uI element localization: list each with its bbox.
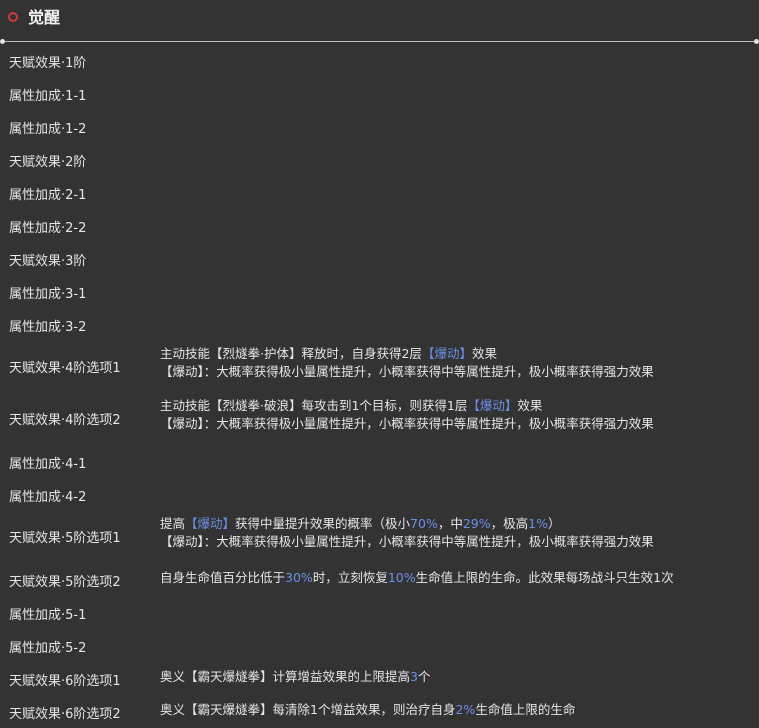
table-row: 天赋效果·4阶选项1 主动技能【烈燧拳·护体】释放时，自身获得2层【爆动】效果 【爆… bbox=[0, 341, 759, 393]
row-label: 属性加成·1-1 bbox=[9, 89, 87, 104]
row-description: 主动技能【烈燧拳·护体】释放时，自身获得2层【爆动】效果 【爆动】：大概率获得极小… bbox=[160, 345, 654, 381]
table-row: 天赋效果·3阶 bbox=[0, 242, 759, 275]
description-text: 自身生命值百分比低于 bbox=[160, 570, 286, 585]
table-row: 天赋效果·6阶选项1 奥义【霸天爆燧拳】计算增益效果的上限提高3个 bbox=[0, 662, 759, 695]
row-description: 自身生命值百分比低于30%时，立刻恢复10%生命值上限的生命。此效果每场战斗只生… bbox=[160, 569, 674, 587]
highlight-text: 10% bbox=[387, 570, 416, 585]
description-text: 个 bbox=[417, 669, 431, 684]
description-line: 【爆动】：大概率获得极小量属性提升，小概率获得中等属性提升，极小概率获得强力效果 bbox=[160, 363, 654, 381]
row-label: 天赋效果·4阶选项2 bbox=[9, 413, 121, 428]
highlight-text: 30% bbox=[285, 570, 313, 585]
row-label: 属性加成·4-1 bbox=[9, 457, 87, 472]
row-description: 奥义【霸天爆燧拳】计算增益效果的上限提高3个 bbox=[160, 668, 430, 686]
table-row: 天赋效果·4阶选项2 主动技能【烈燧拳·破浪】每攻击到1个目标，则获得1层【爆动】… bbox=[0, 393, 759, 445]
row-label: 天赋效果·2阶 bbox=[9, 155, 87, 170]
row-label: 属性加成·5-1 bbox=[9, 608, 87, 623]
description-line: 奥义【霸天爆燧拳】每清除1个增益效果，则治疗自身2%生命值上限的生命 bbox=[160, 701, 575, 719]
row-label: 属性加成·1-2 bbox=[9, 122, 87, 137]
table-row: 天赋效果·5阶选项2 自身生命值百分比低于30%时，立刻恢复10%生命值上限的生命… bbox=[0, 563, 759, 596]
description-line: 自身生命值百分比低于30%时，立刻恢复10%生命值上限的生命。此效果每场战斗只生… bbox=[160, 569, 674, 587]
table-row: 属性加成·1-1 bbox=[0, 77, 759, 110]
row-description: 提高【爆动】获得中量提升效果的概率（极小70%，中29%，极高1%） 【爆动】：大… bbox=[160, 515, 654, 551]
description-text: ） bbox=[548, 516, 561, 531]
row-label: 天赋效果·5阶选项2 bbox=[9, 575, 121, 590]
highlight-text: 【爆动】 bbox=[185, 516, 236, 531]
description-line: 奥义【霸天爆燧拳】计算增益效果的上限提高3个 bbox=[160, 668, 430, 686]
description-text: 主动技能【烈燧拳·护体】释放时，自身获得2层 bbox=[160, 346, 422, 361]
highlight-text: 【爆动】 bbox=[467, 398, 518, 413]
table-row: 属性加成·5-2 bbox=[0, 629, 759, 662]
row-label: 属性加成·5-2 bbox=[9, 641, 87, 656]
description-text: 【爆动】：大概率获得极小量属性提升，小概率获得中等属性提升，极小概率获得强力效果 bbox=[160, 416, 654, 431]
row-label: 属性加成·3-1 bbox=[9, 287, 87, 302]
description-text: 生命值上限的生命 bbox=[475, 702, 576, 717]
highlight-text: 1% bbox=[528, 516, 549, 531]
description-line: 主动技能【烈燧拳·护体】释放时，自身获得2层【爆动】效果 bbox=[160, 345, 654, 363]
row-label: 属性加成·2-2 bbox=[9, 221, 87, 236]
description-text: 生命值上限的生命。此效果每场战斗只生效1次 bbox=[415, 570, 674, 585]
table-row: 天赋效果·5阶选项1 提高【爆动】获得中量提升效果的概率（极小70%，中29%，极… bbox=[0, 511, 759, 563]
row-label: 属性加成·4-2 bbox=[9, 490, 87, 505]
table-row: 属性加成·4-2 bbox=[0, 478, 759, 511]
description-line: 【爆动】：大概率获得极小量属性提升，小概率获得中等属性提升，极小概率获得强力效果 bbox=[160, 415, 654, 433]
description-text: ，中 bbox=[437, 516, 463, 531]
highlight-text: 29% bbox=[462, 516, 491, 531]
table-row: 属性加成·3-2 bbox=[0, 308, 759, 341]
highlight-text: 2% bbox=[455, 702, 476, 717]
section-marker-icon bbox=[8, 12, 18, 22]
row-label: 天赋效果·4阶选项1 bbox=[9, 361, 121, 376]
table-row: 天赋效果·2阶 bbox=[0, 143, 759, 176]
row-label: 天赋效果·3阶 bbox=[9, 254, 87, 269]
section-divider bbox=[0, 39, 759, 44]
section-title: 觉醒 bbox=[28, 8, 61, 27]
description-text: 获得中量提升效果的概率（极小 bbox=[235, 516, 411, 531]
table-row: 属性加成·2-2 bbox=[0, 209, 759, 242]
table-row: 属性加成·5-1 bbox=[0, 596, 759, 629]
row-label: 天赋效果·6阶选项1 bbox=[9, 674, 121, 689]
section-header: 觉醒 bbox=[0, 0, 759, 40]
row-description: 奥义【霸天爆燧拳】每清除1个增益效果，则治疗自身2%生命值上限的生命 bbox=[160, 701, 575, 719]
row-label: 属性加成·2-1 bbox=[9, 188, 87, 203]
highlight-text: 70% bbox=[410, 516, 438, 531]
row-label: 属性加成·3-2 bbox=[9, 320, 87, 335]
description-text: 提高 bbox=[160, 516, 186, 531]
description-text: 奥义【霸天爆燧拳】计算增益效果的上限提高 bbox=[160, 669, 411, 684]
highlight-text: 3 bbox=[410, 669, 418, 684]
description-text: ，极高 bbox=[490, 516, 529, 531]
table-row: 属性加成·4-1 bbox=[0, 445, 759, 478]
description-line: 提高【爆动】获得中量提升效果的概率（极小70%，中29%，极高1%） bbox=[160, 515, 654, 533]
row-label: 天赋效果·1阶 bbox=[9, 56, 87, 71]
description-text: 效果 bbox=[471, 346, 497, 361]
row-description: 主动技能【烈燧拳·破浪】每攻击到1个目标，则获得1层【爆动】效果 【爆动】：大概率… bbox=[160, 397, 654, 433]
description-text: 时，立刻恢复 bbox=[312, 570, 388, 585]
description-text: 【爆动】：大概率获得极小量属性提升，小概率获得中等属性提升，极小概率获得强力效果 bbox=[160, 534, 654, 549]
description-line: 【爆动】：大概率获得极小量属性提升，小概率获得中等属性提升，极小概率获得强力效果 bbox=[160, 533, 654, 551]
row-label: 天赋效果·6阶选项2 bbox=[9, 707, 121, 722]
table-row: 天赋效果·1阶 bbox=[0, 44, 759, 77]
description-text: 【爆动】：大概率获得极小量属性提升，小概率获得中等属性提升，极小概率获得强力效果 bbox=[160, 364, 654, 379]
table-row: 天赋效果·6阶选项2 奥义【霸天爆燧拳】每清除1个增益效果，则治疗自身2%生命值上… bbox=[0, 695, 759, 728]
highlight-text: 【爆动】 bbox=[421, 346, 472, 361]
table-row: 属性加成·2-1 bbox=[0, 176, 759, 209]
table-row: 属性加成·3-1 bbox=[0, 275, 759, 308]
row-label: 天赋效果·5阶选项1 bbox=[9, 531, 121, 546]
table-row: 属性加成·1-2 bbox=[0, 110, 759, 143]
description-text: 主动技能【烈燧拳·破浪】每攻击到1个目标，则获得1层 bbox=[160, 398, 468, 413]
description-text: 奥义【霸天爆燧拳】每清除1个增益效果，则治疗自身 bbox=[160, 702, 456, 717]
description-text: 效果 bbox=[517, 398, 543, 413]
description-line: 主动技能【烈燧拳·破浪】每攻击到1个目标，则获得1层【爆动】效果 bbox=[160, 397, 654, 415]
